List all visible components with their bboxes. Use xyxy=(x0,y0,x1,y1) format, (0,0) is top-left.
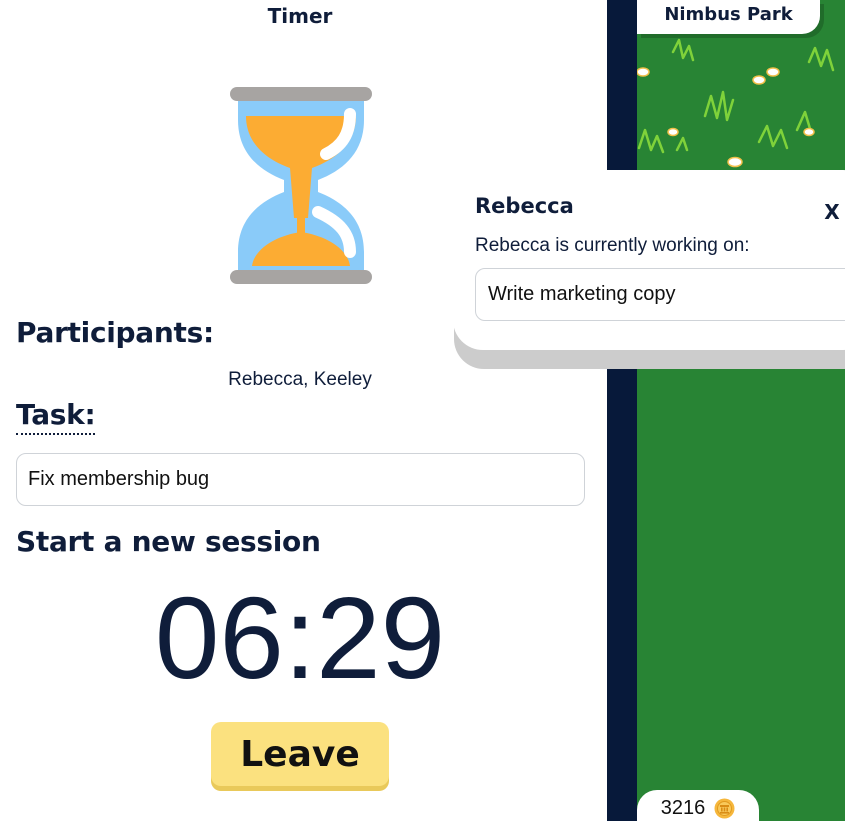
close-popup-button[interactable]: X xyxy=(821,200,843,224)
task-heading: Task: xyxy=(16,398,96,435)
panel-divider xyxy=(607,0,637,821)
coin-counter: 3216 xyxy=(637,790,759,821)
participants-list: Rebecca, Keeley xyxy=(228,369,372,390)
participants-heading: Participants: xyxy=(16,316,214,349)
leave-button[interactable]: Leave xyxy=(211,722,389,786)
map-location-label: Nimbus Park xyxy=(637,0,820,34)
participant-popup: Rebecca X Rebecca is currently working o… xyxy=(453,170,845,350)
panel-title: Timer xyxy=(267,4,333,28)
coin-count: 3216 xyxy=(660,797,706,819)
popup-caption: Rebecca is currently working on: xyxy=(475,235,750,256)
map-view[interactable] xyxy=(637,0,845,821)
hourglass-icon xyxy=(230,87,372,284)
popup-participant-name: Rebecca xyxy=(475,194,574,218)
popup-task-field xyxy=(475,268,845,321)
task-input[interactable] xyxy=(16,453,585,506)
timer-display: 06:29 xyxy=(154,573,446,703)
coin-icon xyxy=(714,798,735,819)
timer-panel: Timer Participants: Rebecca, Keeley Task… xyxy=(0,0,607,821)
session-heading: Start a new session xyxy=(16,525,321,558)
